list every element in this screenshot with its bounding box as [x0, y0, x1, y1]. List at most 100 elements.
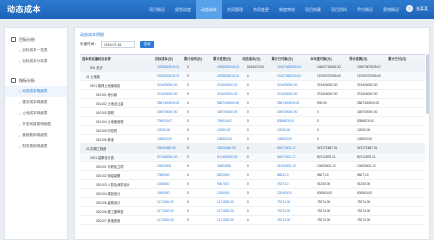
table-cell[interactable]: 374400000.00 — [215, 92, 245, 96]
table-row[interactable]: 010105 印花税 12000.00 0 12000.00 0 12000.00 0 120… — [80, 126, 425, 135]
table-cell[interactable]: 374400000.00 — [155, 83, 185, 87]
sidebar-item[interactable]: 营销费用明细表 — [5, 130, 67, 141]
table-cell[interactable]: 12000.00 — [275, 128, 315, 132]
table-cell[interactable]: 31000000.10 — [275, 164, 315, 168]
table-row[interactable]: 0201 勘察设计费 571460000.00 0 571460000.00 0 6407… — [80, 153, 425, 162]
table-cell[interactable]: 374400000.00 — [215, 83, 245, 87]
table-cell[interactable]: 5356875.00 — [275, 119, 315, 123]
table-cell[interactable]: 12000.00 — [155, 128, 185, 132]
sidebar-item[interactable]: 目标成本分析表 — [5, 56, 67, 67]
sidebar-item[interactable]: 土地成本明细表 — [5, 108, 67, 119]
table-cell[interactable]: 374400000.00 — [275, 92, 315, 96]
table-cell[interactable]: 1171000.00 — [215, 209, 245, 213]
table-cell[interactable]: 900,000 — [215, 182, 245, 186]
table-row[interactable]: 020105 建筑设计 1171000.00 0 1171000.00 0 75274.0… — [80, 198, 425, 207]
nav-item[interactable]: 合同变更 — [248, 0, 274, 19]
table-cell[interactable]: 571460000.00 — [215, 155, 245, 159]
nav-item[interactable]: 项目结算 — [300, 0, 326, 19]
table-row[interactable]: 020103 人防及消防设计 1025000 0 900,000 0 75274.0 912… — [80, 180, 425, 189]
table-cell[interactable]: 64071001.17 — [275, 155, 315, 159]
table-cell[interactable]: 105000.00 — [275, 137, 315, 141]
sidebar-item[interactable]: 财务费用明细表 — [5, 141, 67, 152]
table-cell[interactable]: 6822600 — [215, 173, 245, 177]
avatar[interactable] — [406, 5, 413, 12]
table-cell[interactable]: 165700000.00 — [155, 110, 185, 114]
sidebar-item[interactable]: 建安成本明细表 — [5, 97, 67, 108]
nav-item[interactable]: 甲方概况 — [352, 0, 378, 19]
table-cell[interactable]: 15026460.00 — [155, 146, 185, 150]
table-row[interactable]: 0101 取得土地使用权 374400000.00 0 374400000.00 0 37… — [80, 81, 425, 90]
table-row[interactable]: 010101 地价款 374400000.00 0 374400000.00 0 3744… — [80, 90, 425, 99]
table-row[interactable]: 020106 施工图审查 1171000.00 0 1171000.00 0 75274.… — [80, 207, 425, 216]
table-cell[interactable]: 10127062000.03 — [275, 65, 315, 69]
table-row[interactable]: 020104 规划设计 1500000 0 1200000 0 1204000.0 9005… — [80, 189, 425, 198]
table-row[interactable]: 020102 测绘勘察 7050000 0 6822600 0 86612.0 5807.1… — [80, 171, 425, 180]
table-cell[interactable]: 3567430000.00 — [215, 101, 245, 105]
sidebar-group[interactable]: 目标分析 — [5, 34, 67, 45]
table-cell[interactable]: 1204000.0 — [275, 191, 315, 195]
table-cell[interactable]: 64071001.17 — [275, 146, 315, 150]
table-cell[interactable]: 4783630015.01 — [155, 74, 185, 78]
table-cell[interactable]: 374400000.00 — [155, 92, 185, 96]
table-cell[interactable]: 374400000.00 — [275, 83, 315, 87]
nav-item[interactable]: 营销概况 — [378, 0, 404, 19]
table-cell[interactable]: 4783630015.01 — [215, 74, 245, 78]
table-cell[interactable]: 3567430000.00 — [155, 101, 185, 105]
table-row[interactable]: 020107 其他费用 1171000.00 0 1171000.00 0 75274.0… — [80, 216, 425, 225]
table-cell[interactable]: 3567430000.00 — [275, 101, 315, 105]
nav-item[interactable]: 项目资料 — [326, 0, 352, 19]
table-cell[interactable]: 1171000.00 — [155, 200, 185, 204]
nav-item[interactable]: 动态成本 — [196, 0, 222, 19]
table-row[interactable]: 010102 土地出让金 3567430000.00 0 3567430000.00 0… — [80, 99, 425, 108]
user-name[interactable]: 张某某 — [416, 6, 428, 12]
table-cell[interactable]: 4783630015.01 — [215, 65, 245, 69]
date-input[interactable]: 2016-07-16 — [100, 41, 135, 48]
scrollbar[interactable] — [426, 54, 429, 114]
table-cell[interactable]: 1500000 — [155, 191, 185, 195]
nav-item[interactable]: 合同管理 — [222, 0, 248, 19]
table-cell[interactable]: 75274.00 — [275, 218, 315, 222]
sidebar-group[interactable]: 指标分析 — [5, 75, 67, 86]
sidebar-item[interactable]: 目标成本一览表 — [5, 45, 67, 56]
table-cell[interactable]: 571460000.00 — [155, 155, 185, 159]
table-cell[interactable]: 75274.0 — [275, 182, 315, 186]
nav-item[interactable]: 项目概况 — [144, 0, 170, 19]
table-cell[interactable]: 30800900 — [215, 164, 245, 168]
query-button[interactable]: 查询 — [139, 41, 154, 48]
table-row[interactable]: 001 总计 4783630015.01 0 4783630015.01 5140573… — [80, 63, 425, 72]
table-row[interactable]: 010103 契税 165700000.00 0 165700000.00 0 16570… — [80, 108, 425, 117]
table-row[interactable]: 02 前期工程费 15026460.00 0 15026460.00 0 64071001… — [80, 144, 425, 153]
table-cell[interactable]: 1171000.00 — [155, 209, 185, 213]
table-cell[interactable]: 1025000 — [155, 182, 185, 186]
table-cell[interactable]: 10127062000.00 — [275, 74, 315, 78]
table-cell[interactable]: 1171000.00 — [155, 218, 185, 222]
table-row[interactable]: 010104 土地使用税 709016.67 0 709016.67 0 5356875.… — [80, 117, 425, 126]
table-cell[interactable]: 1171000.00 — [215, 200, 245, 204]
table-row[interactable]: 010106 其他 105000.00 0 105000.00 0 105000.00 0 1… — [80, 135, 425, 144]
nav-item[interactable]: 制度审核 — [274, 0, 300, 19]
table-cell[interactable]: 75274.00 — [275, 209, 315, 213]
table-row[interactable]: 01 土地费 4783630015.01 0 4783630015.01 0 101270… — [80, 72, 425, 81]
user-menu[interactable]: 张某某 — [406, 5, 428, 12]
table-cell[interactable]: 1200000 — [215, 191, 245, 195]
table-cell[interactable]: 105000.00 — [155, 137, 185, 141]
table-cell[interactable]: 709016.67 — [215, 119, 245, 123]
table-cell[interactable]: 165700000.00 — [215, 110, 245, 114]
sidebar-item[interactable]: 动态成本明细表 — [5, 86, 67, 97]
cost-item-name: 001 总计 — [90, 65, 103, 70]
table-cell[interactable]: 7050000 — [155, 173, 185, 177]
table-cell[interactable]: 15026460.00 — [215, 146, 245, 150]
table-cell[interactable]: 86612.0 — [275, 173, 315, 177]
column-header: 累计变更(元) — [213, 57, 232, 61]
nav-item[interactable]: 规划进度 — [170, 0, 196, 19]
table-row[interactable]: 020101 可研及立项 19000000 0 30800900 0 31000000.1… — [80, 162, 425, 171]
table-cell[interactable]: 12000.00 — [215, 128, 245, 132]
table-cell[interactable]: 19000000 — [155, 164, 185, 168]
table-cell[interactable]: 4783630015.01 — [155, 65, 185, 69]
table-cell[interactable]: 105000.00 — [215, 137, 245, 141]
table-cell[interactable]: 709016.67 — [155, 119, 185, 123]
table-cell[interactable]: 75274.00 — [275, 200, 315, 204]
table-cell[interactable]: 1171000.00 — [215, 218, 245, 222]
table-cell[interactable]: 165700000.00 — [275, 110, 315, 114]
sidebar-item[interactable]: 开发间接费明细表 — [5, 119, 67, 130]
